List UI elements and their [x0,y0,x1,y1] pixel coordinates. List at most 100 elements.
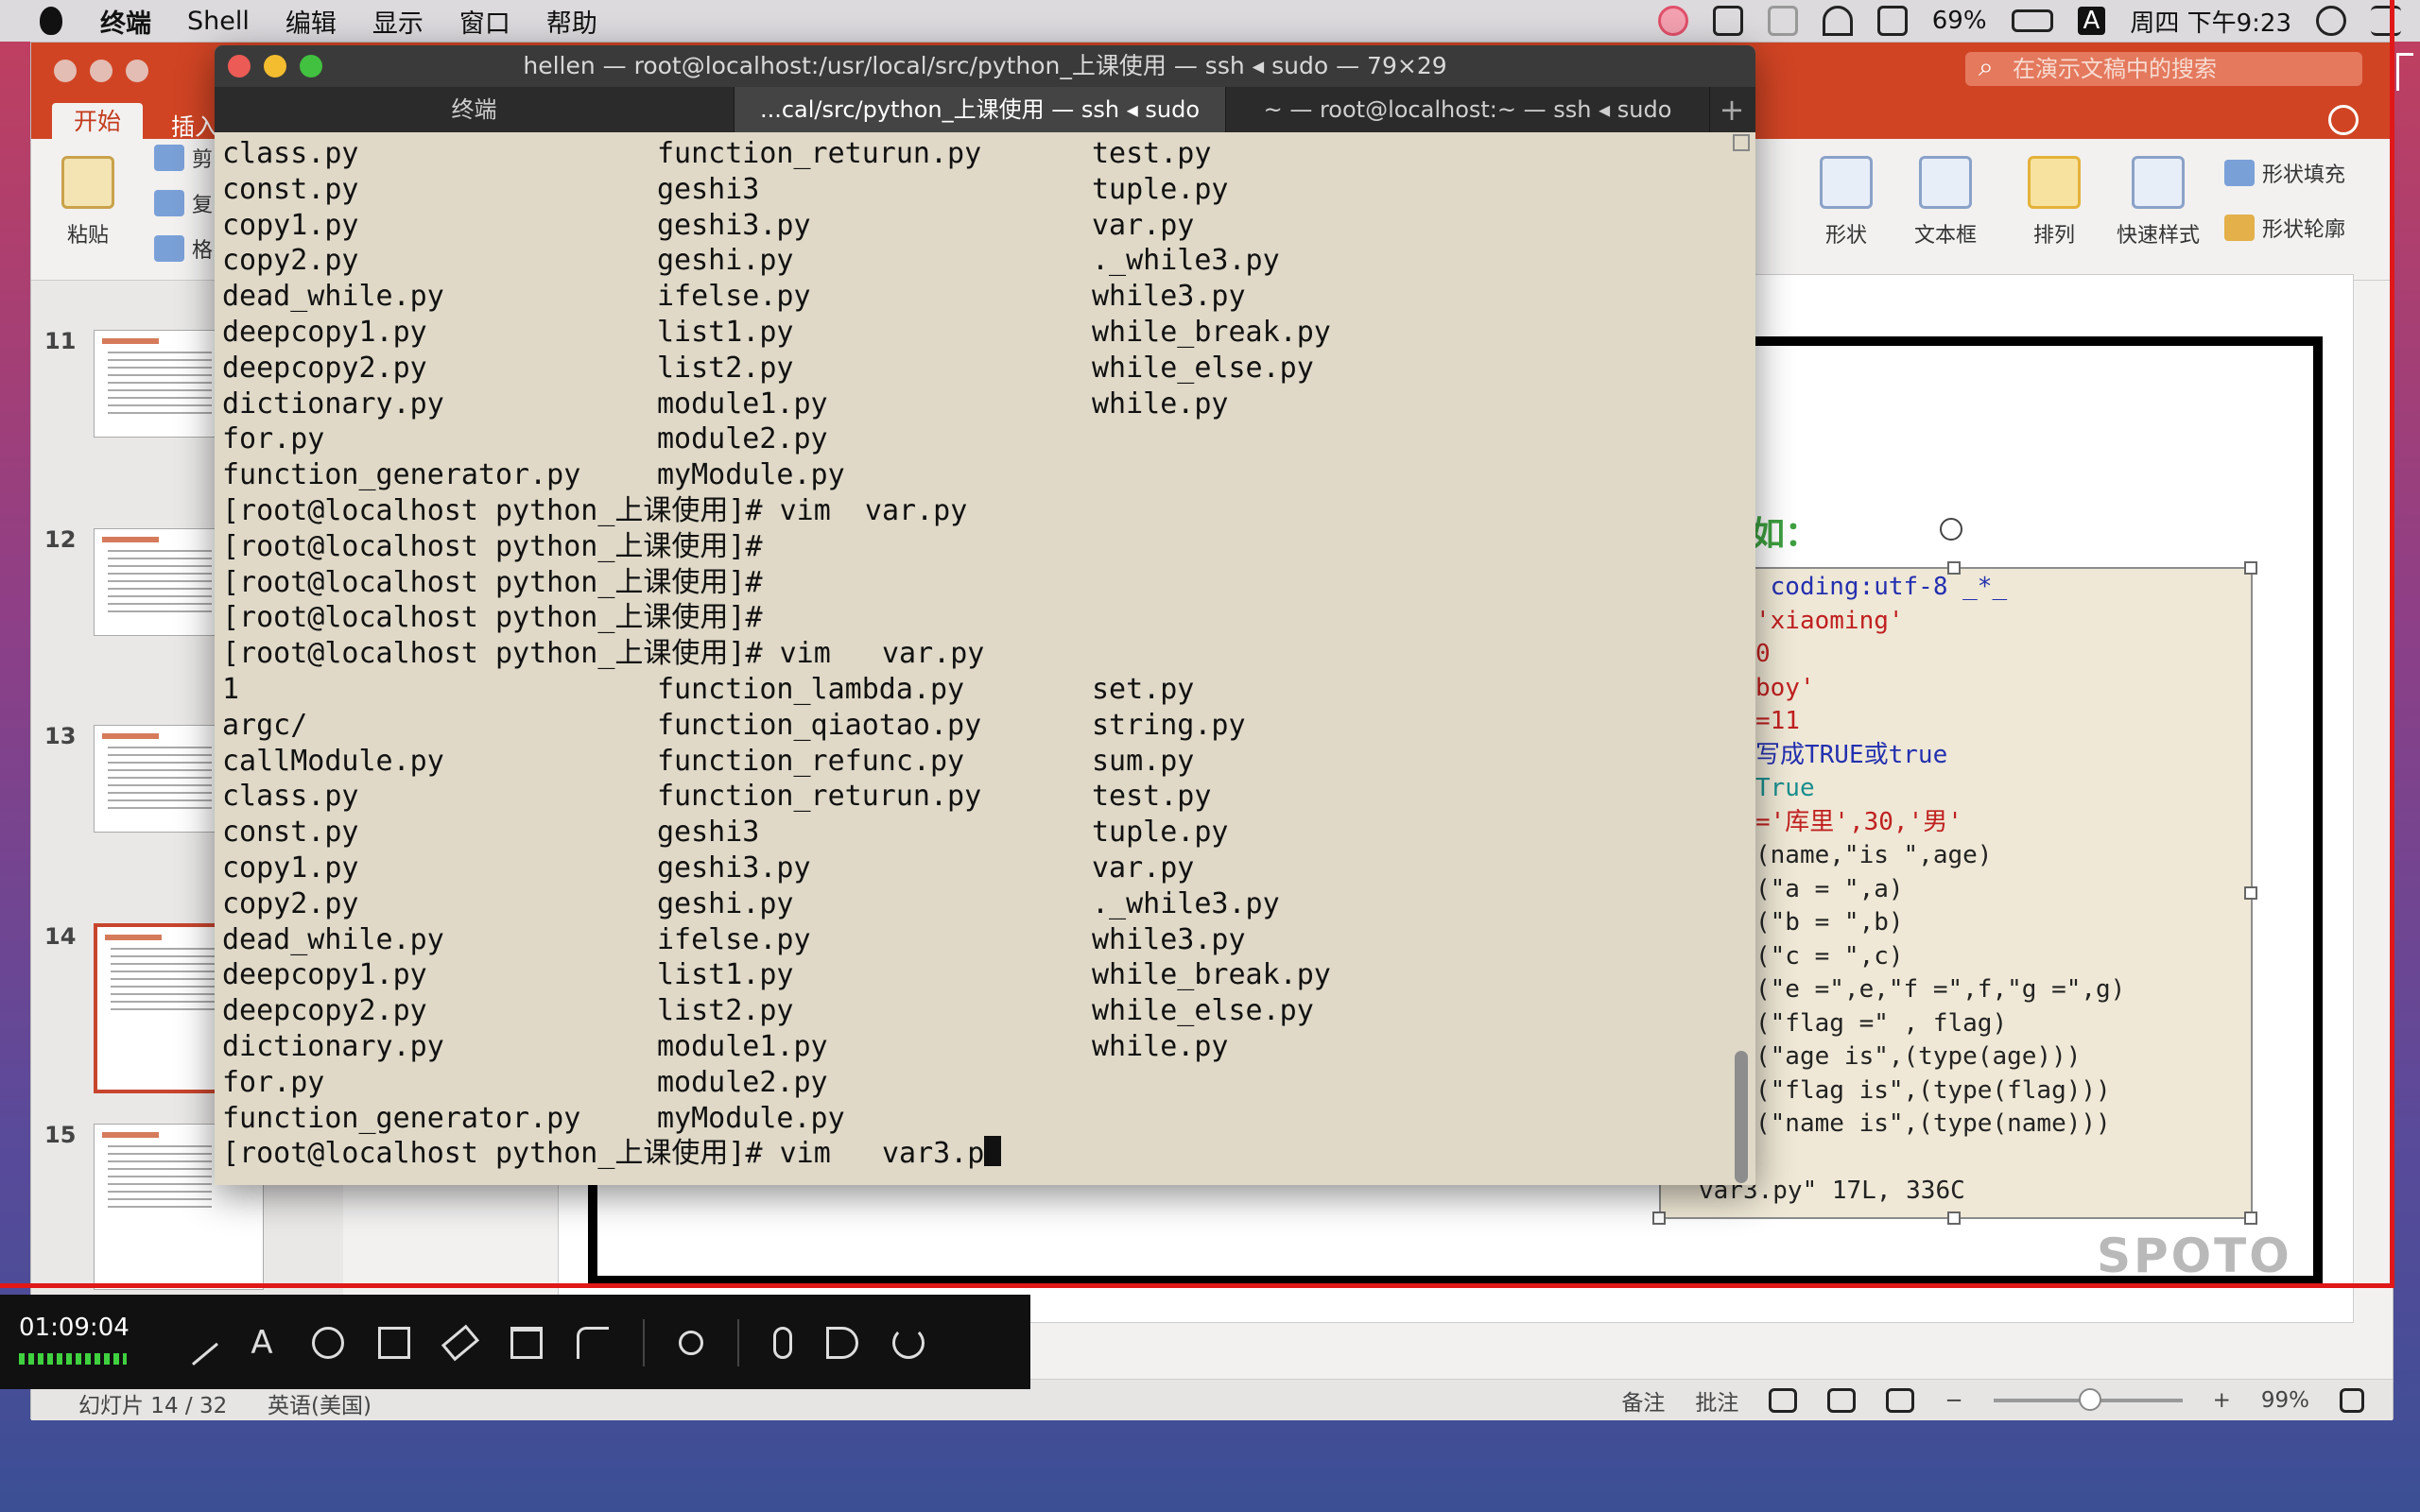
microphone-icon[interactable] [773,1327,792,1359]
zoom-slider-knob[interactable] [2078,1388,2101,1411]
resize-handle-tr[interactable] [2244,561,2257,575]
textbox-button[interactable]: 文本框 [1898,139,1993,249]
stop-recording-power-icon[interactable] [892,1327,925,1359]
notes-button[interactable]: 备注 [1621,1384,1665,1417]
zoom-in-icon[interactable]: + [2213,1388,2231,1413]
zoom-slider[interactable] [1993,1388,2183,1411]
terminal-cell: var.py [1092,208,1195,242]
collapse-arrow-icon[interactable] [2396,53,2413,91]
volume-icon[interactable] [1876,6,1908,36]
shape-button[interactable]: 形状 [1808,139,1884,249]
pen-icon[interactable] [173,1320,218,1366]
spotlight-search-icon[interactable] [2316,6,2346,36]
code-line: ("b = ",b) [1755,908,1904,936]
zoom-out-icon[interactable]: − [1945,1388,1962,1413]
menu-app-name[interactable]: 终端 [100,3,151,40]
terminal-close-button[interactable] [228,55,251,77]
code-line: (name,"is ",age) [1755,841,1993,869]
eraser-icon[interactable] [441,1324,480,1362]
terminal-cell: class.py [222,780,359,814]
resize-handle-br[interactable] [2244,1211,2257,1225]
thumb-number-14: 14 [44,923,77,950]
rectangle-tool-icon[interactable] [378,1327,410,1359]
tab-home[interactable]: 开始 [52,103,143,141]
paste-button[interactable]: 粘贴 [50,139,126,249]
notification-center-icon[interactable] [2371,6,2401,36]
terminal-cell: function_returun.py [657,137,982,170]
cut-button[interactable]: 剪 [154,143,213,173]
code-line: ("c = ",c) [1755,941,1904,971]
rotate-handle-icon[interactable] [1940,518,1962,541]
scrollbar-split-icon[interactable] [1733,134,1750,151]
thumb-number-12: 12 [44,526,77,553]
quick-style-label: 快速样式 [2116,224,2200,248]
arrange-button[interactable]: 排列 [2016,139,2092,249]
ppt-zoom-button[interactable] [126,60,148,82]
terminal-tab-3[interactable]: ~ — root@localhost:~ — ssh ◂ sudo [1226,87,1710,132]
new-tab-plus-icon[interactable]: + [1710,87,1754,132]
language-indicator[interactable]: 英语(美国) [268,1387,372,1419]
menu-help[interactable]: 帮助 [546,3,597,40]
terminal-cell: copy1.py [222,208,359,242]
menu-view[interactable]: 显示 [372,3,424,40]
terminal-line: function_generator.py myModule.py [222,457,1716,493]
terminal-scrollbar-thumb[interactable] [1735,1051,1748,1183]
scissors-menu-icon[interactable] [679,1331,703,1355]
terminal-tab-2[interactable]: ...cal/src/python_上课使用 — ssh ◂ sudo [735,87,1226,132]
toolbar-separator-2 [737,1319,739,1366]
shapes-icon [1820,156,1873,209]
ppt-close-button[interactable] [54,60,77,82]
terminal-cell: module2.py [657,422,828,456]
clock[interactable]: 周四 下午9:23 [2130,4,2291,39]
shape-outline-button[interactable]: 形状轮廓 [2224,213,2345,243]
terminal-cell: for.py [222,1065,325,1099]
ppt-minimize-button[interactable] [90,60,112,82]
terminal-line: for.py module2.py [222,421,1716,457]
comments-button[interactable]: 批注 [1695,1384,1738,1417]
undo-icon[interactable] [577,1327,609,1359]
menu-window[interactable]: 窗口 [459,3,510,40]
terminal-tab-1[interactable]: 终端 [215,87,735,132]
speaker-icon[interactable] [826,1327,858,1359]
quick-style-button[interactable]: 快速样式 [2106,139,2210,249]
terminal-prompt-line[interactable]: [root@localhost python_上课使用]# vim var3.p [222,1136,1716,1172]
fit-to-window-icon[interactable] [2340,1388,2364,1413]
terminal-output[interactable]: class.py function_returun.py test.py const.… [222,136,1716,1176]
ppt-search-input[interactable]: 在演示文稿中的搜索 [1965,50,2362,86]
ellipse-tool-icon[interactable] [312,1327,344,1359]
terminal-cell: sum.py [1092,744,1195,778]
zoom-percent[interactable]: 99% [2261,1388,2309,1413]
screen-mirror-icon[interactable] [1712,6,1743,36]
format-painter-button[interactable]: 格 [154,233,213,264]
resize-handle-bl[interactable] [1652,1211,1666,1225]
menu-shell[interactable]: Shell [187,7,250,36]
terminal-zoom-button[interactable] [300,55,322,77]
shape-fill-button[interactable]: 形状填充 [2224,158,2345,188]
terminal-minimize-button[interactable] [264,55,286,77]
trash-icon[interactable] [510,1327,543,1359]
terminal-cell: while_break.py [1092,315,1331,349]
terminal-line: copy2.py geshi.py ._while3.py [222,243,1716,279]
normal-view-icon[interactable] [1769,1388,1798,1413]
presenter-view-icon[interactable] [1886,1388,1915,1413]
shape-outline-label: 形状轮廓 [2262,218,2346,242]
slide-sorter-icon[interactable] [1827,1388,1857,1413]
text-tool-icon[interactable]: A [246,1327,278,1359]
terminal-line: copy2.py geshi.py ._while3.py [222,886,1716,922]
resize-handle-t[interactable] [1947,561,1961,575]
terminal-line: class.py function_returun.py test.py [222,779,1716,815]
terminal-scrollbar[interactable] [1733,134,1750,1183]
tab-insert[interactable]: 插入 [171,109,218,143]
apple-menu-icon[interactable] [40,7,62,35]
resize-handle-r[interactable] [2244,886,2257,900]
copy-button[interactable]: 复 [154,188,213,218]
malwarebytes-icon[interactable] [1767,6,1798,36]
flower-app-icon[interactable] [1657,6,1688,36]
resize-handle-b[interactable] [1947,1211,1961,1225]
input-method[interactable]: A [2077,7,2106,35]
menu-edit[interactable]: 编辑 [285,3,337,40]
battery-icon[interactable] [2011,9,2053,32]
feedback-smiley-icon[interactable] [2328,105,2359,135]
terminal-cell: var.py [1092,850,1195,885]
wifi-icon[interactable] [1822,6,1853,36]
